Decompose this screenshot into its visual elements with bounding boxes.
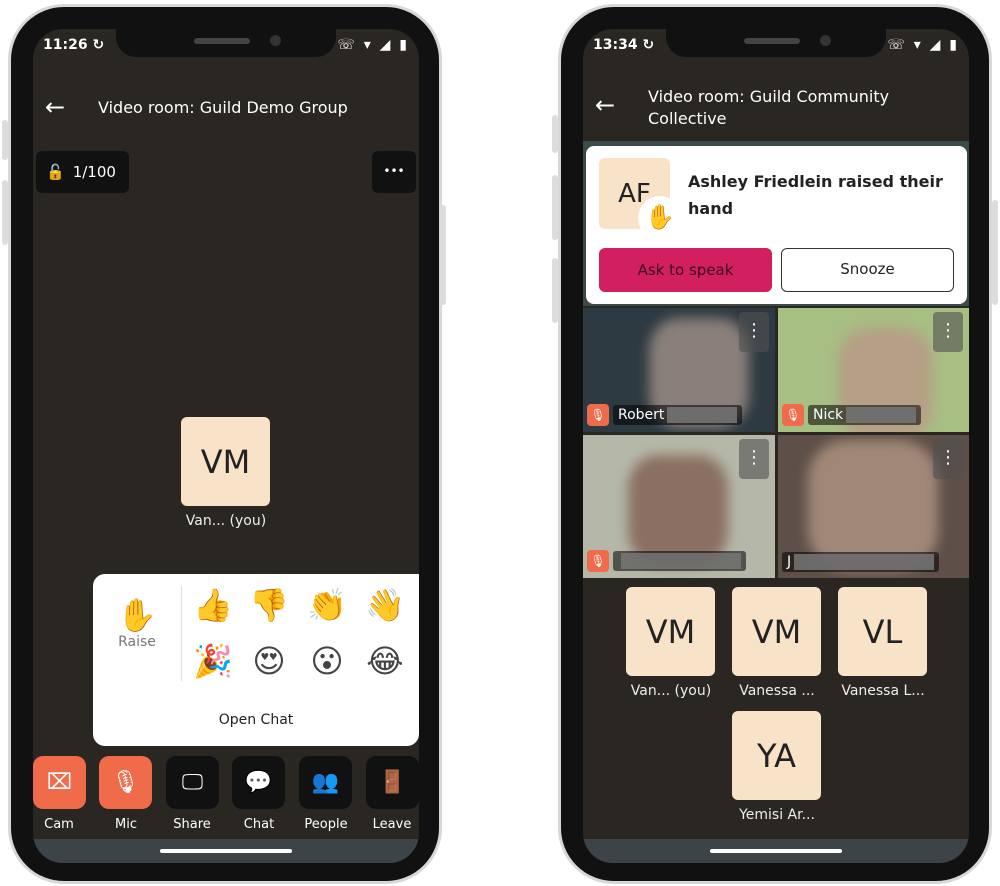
party-icon[interactable]: 🎉 bbox=[191, 642, 235, 680]
thumbs-down-icon[interactable]: 👎 bbox=[247, 586, 291, 624]
wave-icon[interactable]: 👋 bbox=[363, 586, 407, 624]
clock: 11:26 bbox=[43, 37, 88, 53]
participant-label: Yemisi Ar... bbox=[739, 807, 815, 823]
cam-button[interactable]: ⌧ bbox=[33, 756, 86, 809]
snooze-button[interactable]: Snooze bbox=[781, 248, 954, 292]
room-capacity-badge[interactable]: 🔓 1/100 bbox=[36, 151, 129, 193]
video-tile[interactable]: ⋮ 🎙 Nick bbox=[778, 308, 969, 432]
leave-button[interactable]: 🚪 bbox=[366, 756, 419, 809]
video-more-button[interactable]: ⋮ bbox=[739, 312, 769, 352]
sync-icon: ↻ bbox=[92, 37, 105, 53]
mic-off-icon: 🎙 bbox=[587, 404, 609, 426]
participant-name: J bbox=[787, 554, 792, 570]
cam-label: Cam bbox=[44, 817, 74, 832]
left-phone: 11:26 ↻ ☏ ▾ ◢ ▮ ← Video room: Guild Demo… bbox=[8, 4, 442, 884]
participant-tile[interactable]: VM bbox=[626, 587, 715, 676]
people-button[interactable]: 👥 bbox=[299, 756, 352, 809]
heart-eyes-icon[interactable]: 😍 bbox=[247, 642, 291, 680]
people-label: People bbox=[304, 817, 348, 832]
laughing-icon[interactable]: 😂 bbox=[363, 642, 407, 680]
initials: VM bbox=[200, 442, 251, 481]
raise-label: Raise bbox=[118, 634, 156, 650]
lock-open-icon: 🔓 bbox=[46, 163, 65, 181]
monitor-icon: 🖵 bbox=[181, 770, 204, 795]
nav-bar bbox=[33, 839, 419, 863]
page-title-continued: Collective bbox=[648, 109, 727, 128]
system-icons: ☏ ▾ ◢ ▮ bbox=[887, 37, 959, 53]
people-icon: 👥 bbox=[311, 770, 340, 795]
participant-tile[interactable]: YA bbox=[732, 711, 821, 800]
initials: YA bbox=[757, 736, 796, 775]
system-icons: ☏ ▾ ◢ ▮ bbox=[337, 37, 409, 53]
raised-hand-icon: ✋ bbox=[117, 596, 157, 634]
participant-name: Robert bbox=[618, 407, 665, 423]
clock: 13:34 bbox=[593, 37, 638, 53]
initials: VM bbox=[751, 612, 802, 651]
chat-label: Chat bbox=[243, 817, 275, 832]
notch bbox=[116, 29, 336, 57]
side-button bbox=[2, 180, 8, 245]
notch bbox=[666, 29, 886, 57]
participant-label: Vanessa ... bbox=[739, 683, 815, 699]
chat-button[interactable]: 💬 bbox=[232, 756, 285, 809]
side-button bbox=[552, 115, 558, 153]
divider bbox=[181, 586, 182, 681]
right-phone: 13:34 ↻ ☏ ▾ ◢ ▮ ← Video room: Guild Comm… bbox=[558, 4, 992, 884]
camera-off-icon: ⌧ bbox=[46, 770, 73, 795]
page-title: Video room: Guild Demo Group bbox=[98, 98, 348, 117]
back-arrow-icon[interactable]: ← bbox=[45, 93, 65, 121]
clap-icon[interactable]: 👏 bbox=[305, 586, 349, 624]
mic-off-icon: 🎙 bbox=[782, 404, 804, 426]
self-label: Van... (you) bbox=[185, 513, 267, 529]
video-more-button[interactable]: ⋮ bbox=[933, 439, 963, 479]
share-button[interactable]: 🖵 bbox=[166, 756, 219, 809]
chat-icon: 💬 bbox=[244, 770, 273, 795]
leave-label: Leave bbox=[372, 817, 412, 832]
mic-off-icon: 🎙 bbox=[587, 550, 609, 572]
initials: VL bbox=[862, 612, 903, 651]
mic-label: Mic bbox=[115, 817, 137, 832]
door-icon: 🚪 bbox=[378, 770, 407, 795]
more-options-button[interactable]: ••• bbox=[372, 151, 416, 193]
raised-hand-notification: AF ✋ Ashley Friedlein raised their hand … bbox=[586, 146, 967, 304]
side-button bbox=[552, 175, 558, 240]
mic-off-icon: 🎙 bbox=[111, 770, 140, 795]
side-button bbox=[2, 120, 8, 160]
left-screen: 11:26 ↻ ☏ ▾ ◢ ▮ ← Video room: Guild Demo… bbox=[33, 29, 419, 863]
participant-name: Nick bbox=[813, 407, 844, 423]
side-button bbox=[552, 258, 558, 323]
initials: VM bbox=[645, 612, 696, 651]
participant-tile[interactable]: VM bbox=[732, 587, 821, 676]
right-screen: 13:34 ↻ ☏ ▾ ◢ ▮ ← Video room: Guild Comm… bbox=[583, 29, 969, 863]
participant-tile[interactable]: VL bbox=[838, 587, 927, 676]
side-button bbox=[440, 205, 446, 305]
thumbs-up-icon[interactable]: 👍 bbox=[191, 586, 235, 624]
surprised-icon[interactable]: 😮 bbox=[305, 642, 349, 680]
video-tile[interactable]: ⋮ J bbox=[778, 435, 969, 578]
home-indicator[interactable] bbox=[710, 849, 842, 853]
video-tile[interactable]: ⋮ 🎙 Robert bbox=[583, 308, 775, 432]
video-more-button[interactable]: ⋮ bbox=[739, 439, 769, 479]
side-button bbox=[992, 200, 998, 305]
share-label: Share bbox=[173, 817, 211, 832]
notification-message: Ashley Friedlein raised their hand bbox=[688, 172, 943, 218]
mic-button[interactable]: 🎙 bbox=[99, 756, 152, 809]
page-title: Video room: Guild Community bbox=[648, 87, 890, 106]
video-tile[interactable]: ⋮ 🎙 bbox=[583, 435, 775, 578]
participant-label: Vanessa L... bbox=[841, 683, 925, 699]
more-icon: ••• bbox=[383, 164, 405, 178]
reactions-panel: ✋ Raise 👍 👎 👏 👋 🎉 😍 😮 😂 Open Chat bbox=[93, 574, 419, 746]
participant-label: Van... (you) bbox=[630, 683, 712, 699]
open-chat-button[interactable]: Open Chat bbox=[93, 712, 419, 728]
home-indicator[interactable] bbox=[160, 849, 292, 853]
video-more-button[interactable]: ⋮ bbox=[933, 312, 963, 352]
sync-icon: ↻ bbox=[642, 37, 655, 53]
ask-to-speak-button[interactable]: Ask to speak bbox=[599, 248, 772, 292]
participant-count: 1/100 bbox=[72, 163, 116, 181]
back-arrow-icon[interactable]: ← bbox=[595, 91, 615, 119]
self-tile[interactable]: VM bbox=[181, 417, 270, 506]
nav-bar bbox=[583, 839, 969, 863]
raised-hand-icon: ✋ bbox=[638, 196, 682, 240]
raise-hand-button[interactable]: ✋ Raise bbox=[101, 596, 173, 650]
